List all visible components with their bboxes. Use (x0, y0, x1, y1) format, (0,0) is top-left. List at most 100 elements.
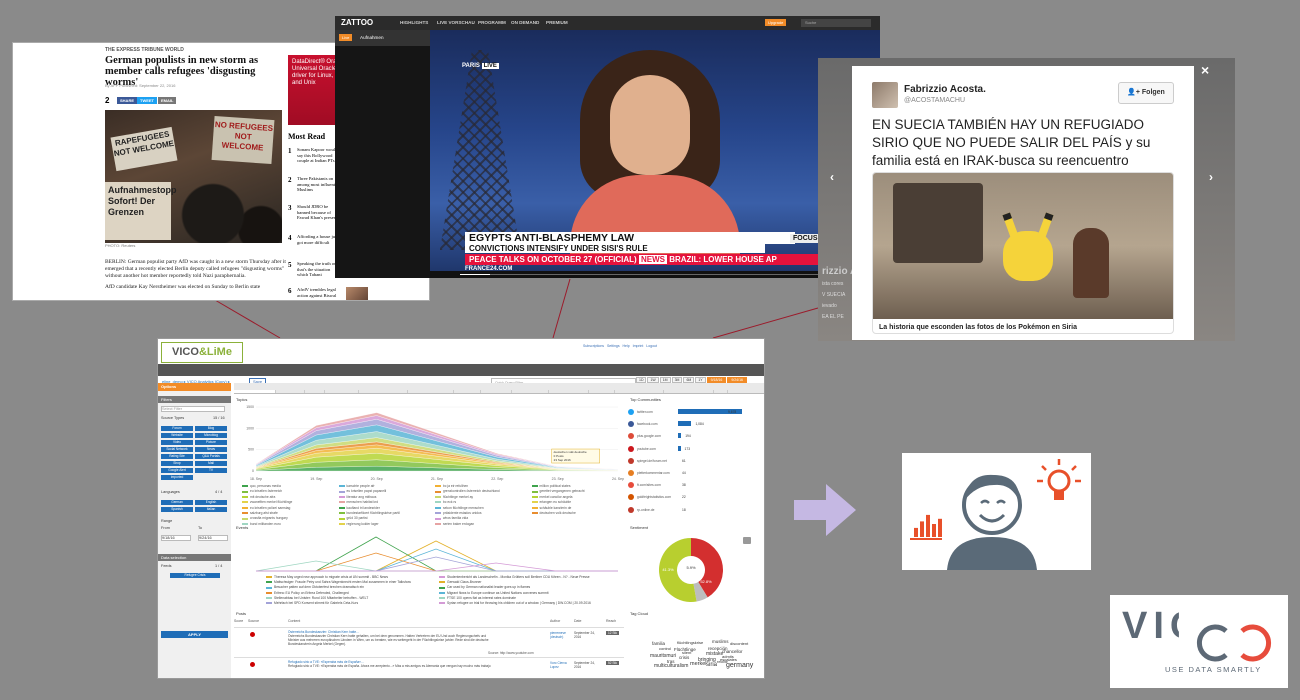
tag-cloud-word[interactable]: merkel (690, 661, 707, 667)
language-pill[interactable]: English (195, 500, 227, 505)
tweet-author-handle[interactable]: @ACOSTAMACHU (904, 97, 965, 104)
tab-item[interactable]: Sentiment (589, 390, 616, 393)
from-date-input[interactable]: 9/18/16 (161, 535, 191, 541)
legend-item[interactable]: Mehrfach bei SPD Konvent stimmt für Gabr… (266, 601, 433, 606)
live-button[interactable]: Live (339, 34, 353, 41)
search-input[interactable]: Suche (801, 19, 871, 27)
column-header[interactable]: Source (248, 619, 259, 623)
tag-cloud-word[interactable]: crisis (679, 655, 689, 660)
tweet-media-card[interactable]: La historia que esconden las fotos de lo… (872, 172, 1174, 334)
tab-item[interactable]: Overview/Overview (234, 390, 276, 393)
legend-item[interactable]: bund militanden euro (242, 522, 333, 527)
progress-bar[interactable] (460, 274, 840, 275)
recordings-link[interactable]: Aufnahmen (360, 35, 384, 40)
community-row[interactable]: pletterkommentar.com 44 (628, 468, 760, 480)
tag-cloud-word[interactable]: siria (706, 662, 717, 668)
column-header[interactable]: Reach (606, 619, 616, 623)
tag-cloud-word[interactable]: flüchtlingskrise (677, 640, 703, 645)
legend-item[interactable]: serien baker erdogan (435, 522, 526, 527)
zattoo-logo[interactable]: ZATTOO (341, 18, 373, 27)
apply-button[interactable]: APPLY (161, 631, 228, 638)
options-header[interactable]: Options (158, 383, 231, 391)
table-row[interactable]: Refugiado sirio a TVE: «Esperaba más de … (234, 657, 624, 678)
legend-item[interactable]: Syrian refugee on trial for throwing his… (439, 601, 606, 606)
language-pill[interactable]: Spanish (161, 507, 193, 512)
source-type-pill[interactable]: Mail (195, 461, 227, 466)
community-row[interactable]: plus.google.com 194 (628, 431, 760, 443)
source-type-pill[interactable]: Q&A Portals (195, 454, 227, 459)
header-link[interactable]: Subscriptions (583, 344, 604, 348)
share-button-facebook[interactable]: SHARE (117, 97, 138, 104)
next-arrow-icon[interactable]: › (1209, 170, 1213, 184)
tab-item[interactable]: Feeds (305, 390, 325, 393)
tab-item[interactable]: Quellen/Sources (512, 390, 550, 393)
video-frame[interactable]: PARIS LIVE EGYPTS ANTI-BLASPHEMY LAW CON… (430, 30, 880, 278)
header-link[interactable]: Logout (646, 344, 657, 348)
tag-cloud-word[interactable]: control (659, 646, 671, 651)
share-button-twitter[interactable]: TWEET (137, 97, 157, 104)
tab-item[interactable]: Organisationen/Organi... (664, 390, 715, 393)
column-header[interactable]: Content (288, 619, 300, 623)
tab-item[interactable]: Pe (714, 390, 729, 393)
language-pill[interactable]: Italian (195, 507, 227, 512)
nav-item[interactable]: HIGHLIGHTS (400, 20, 428, 25)
post-author[interactable]: pierremeve (deutsch) (550, 631, 570, 639)
source-type-pill[interactable]: Shop (161, 461, 193, 466)
community-row[interactable]: youtube.com 173 (628, 444, 760, 456)
source-type-pill[interactable]: Social Network (161, 447, 193, 452)
legend-item[interactable]: regierung kolder lager (338, 522, 430, 527)
community-row[interactable]: ft.com/sites.com 38 (628, 480, 760, 492)
tweet-author-name[interactable]: Fabrizzio Acosta. (904, 84, 986, 95)
avatar[interactable] (872, 82, 898, 108)
source-type-pill[interactable]: Website (161, 433, 193, 438)
source-type-pill[interactable]: Picture (195, 440, 227, 445)
post-author[interactable]: Voro Cierva Lopez (550, 661, 570, 669)
vico-lime-logo[interactable]: VICO&LiMe (161, 342, 243, 363)
tag-cloud-word[interactable]: discontent (730, 641, 748, 646)
tab-item[interactable]: Trendanalyse/Trend... (408, 390, 454, 393)
header-link[interactable]: Imprint (633, 344, 644, 348)
upgrade-button[interactable]: Upgrade (765, 19, 787, 26)
nav-item[interactable]: PREMIUM (546, 20, 568, 25)
events-line-chart[interactable] (236, 531, 626, 573)
source-type-pill[interactable]: Microblog (195, 433, 227, 438)
tab-item[interactable]: Beiträge/Posts (325, 390, 359, 393)
share-button-email[interactable]: EMAIL (158, 97, 177, 104)
tab-item[interactable]: Links/Links (454, 390, 482, 393)
community-row[interactable]: rp-online.de 18 (628, 505, 760, 517)
header-link[interactable]: Help (623, 344, 630, 348)
tag-cloud-word[interactable]: multiculturalism (654, 663, 688, 669)
column-header[interactable]: Score (234, 619, 243, 623)
legend-item[interactable]: deutschen volk deutsche (531, 511, 623, 516)
tab-item[interactable]: Top Autoren/Top... (549, 390, 590, 393)
nav-item[interactable]: ON DEMAND (511, 20, 539, 25)
tab-item[interactable]: Themenanalyse/Topic... (359, 390, 408, 393)
tag-cloud-word[interactable]: germany (726, 662, 753, 669)
export-icon[interactable] (743, 537, 751, 544)
tab-item[interactable]: City/Location (481, 390, 513, 393)
source-type-pill[interactable]: Video (161, 440, 193, 445)
column-header[interactable]: Date (574, 619, 581, 623)
table-row[interactable]: Österreichs Bundeskanzler: Christian Ker… (234, 627, 624, 652)
prev-arrow-icon[interactable]: ‹ (830, 170, 834, 184)
tag-cloud-word[interactable]: muslims (712, 639, 729, 644)
source-link[interactable]: Source: http://www.youtube.com (488, 651, 534, 655)
column-header[interactable]: Author (550, 619, 560, 623)
community-row[interactable]: facebook.com 1,084 (628, 419, 760, 431)
source-type-pill[interactable]: Imported (161, 475, 193, 480)
tab-item[interactable]: Meinungsführer/Influe... (615, 390, 665, 393)
source-type-pill[interactable]: TV (195, 468, 227, 473)
follow-button[interactable]: 👤+ Folgen (1118, 82, 1174, 104)
source-type-pill[interactable]: Rating Site (161, 454, 193, 459)
source-type-pill[interactable]: Forum (161, 426, 193, 431)
community-row[interactable]: spiegel.de/forum.net 61 (628, 456, 760, 468)
feed-pill[interactable]: Refugee Crisis (170, 573, 220, 578)
tab-item[interactable]: News Ticker (276, 390, 306, 393)
source-type-pill[interactable]: Google Alert (161, 468, 193, 473)
select-filter-dropdown[interactable]: Select Filter (161, 406, 225, 412)
language-pill[interactable]: German (161, 500, 193, 505)
community-row[interactable]: goldfeightstatistics.com 22 (628, 492, 760, 504)
community-row[interactable]: twitter.com 9,678 (628, 407, 760, 419)
nav-item[interactable]: LIVE VORSCHAU (437, 20, 475, 25)
most-read-item[interactable]: 6 AfrdV trembles legal action against Bis… (288, 287, 368, 300)
